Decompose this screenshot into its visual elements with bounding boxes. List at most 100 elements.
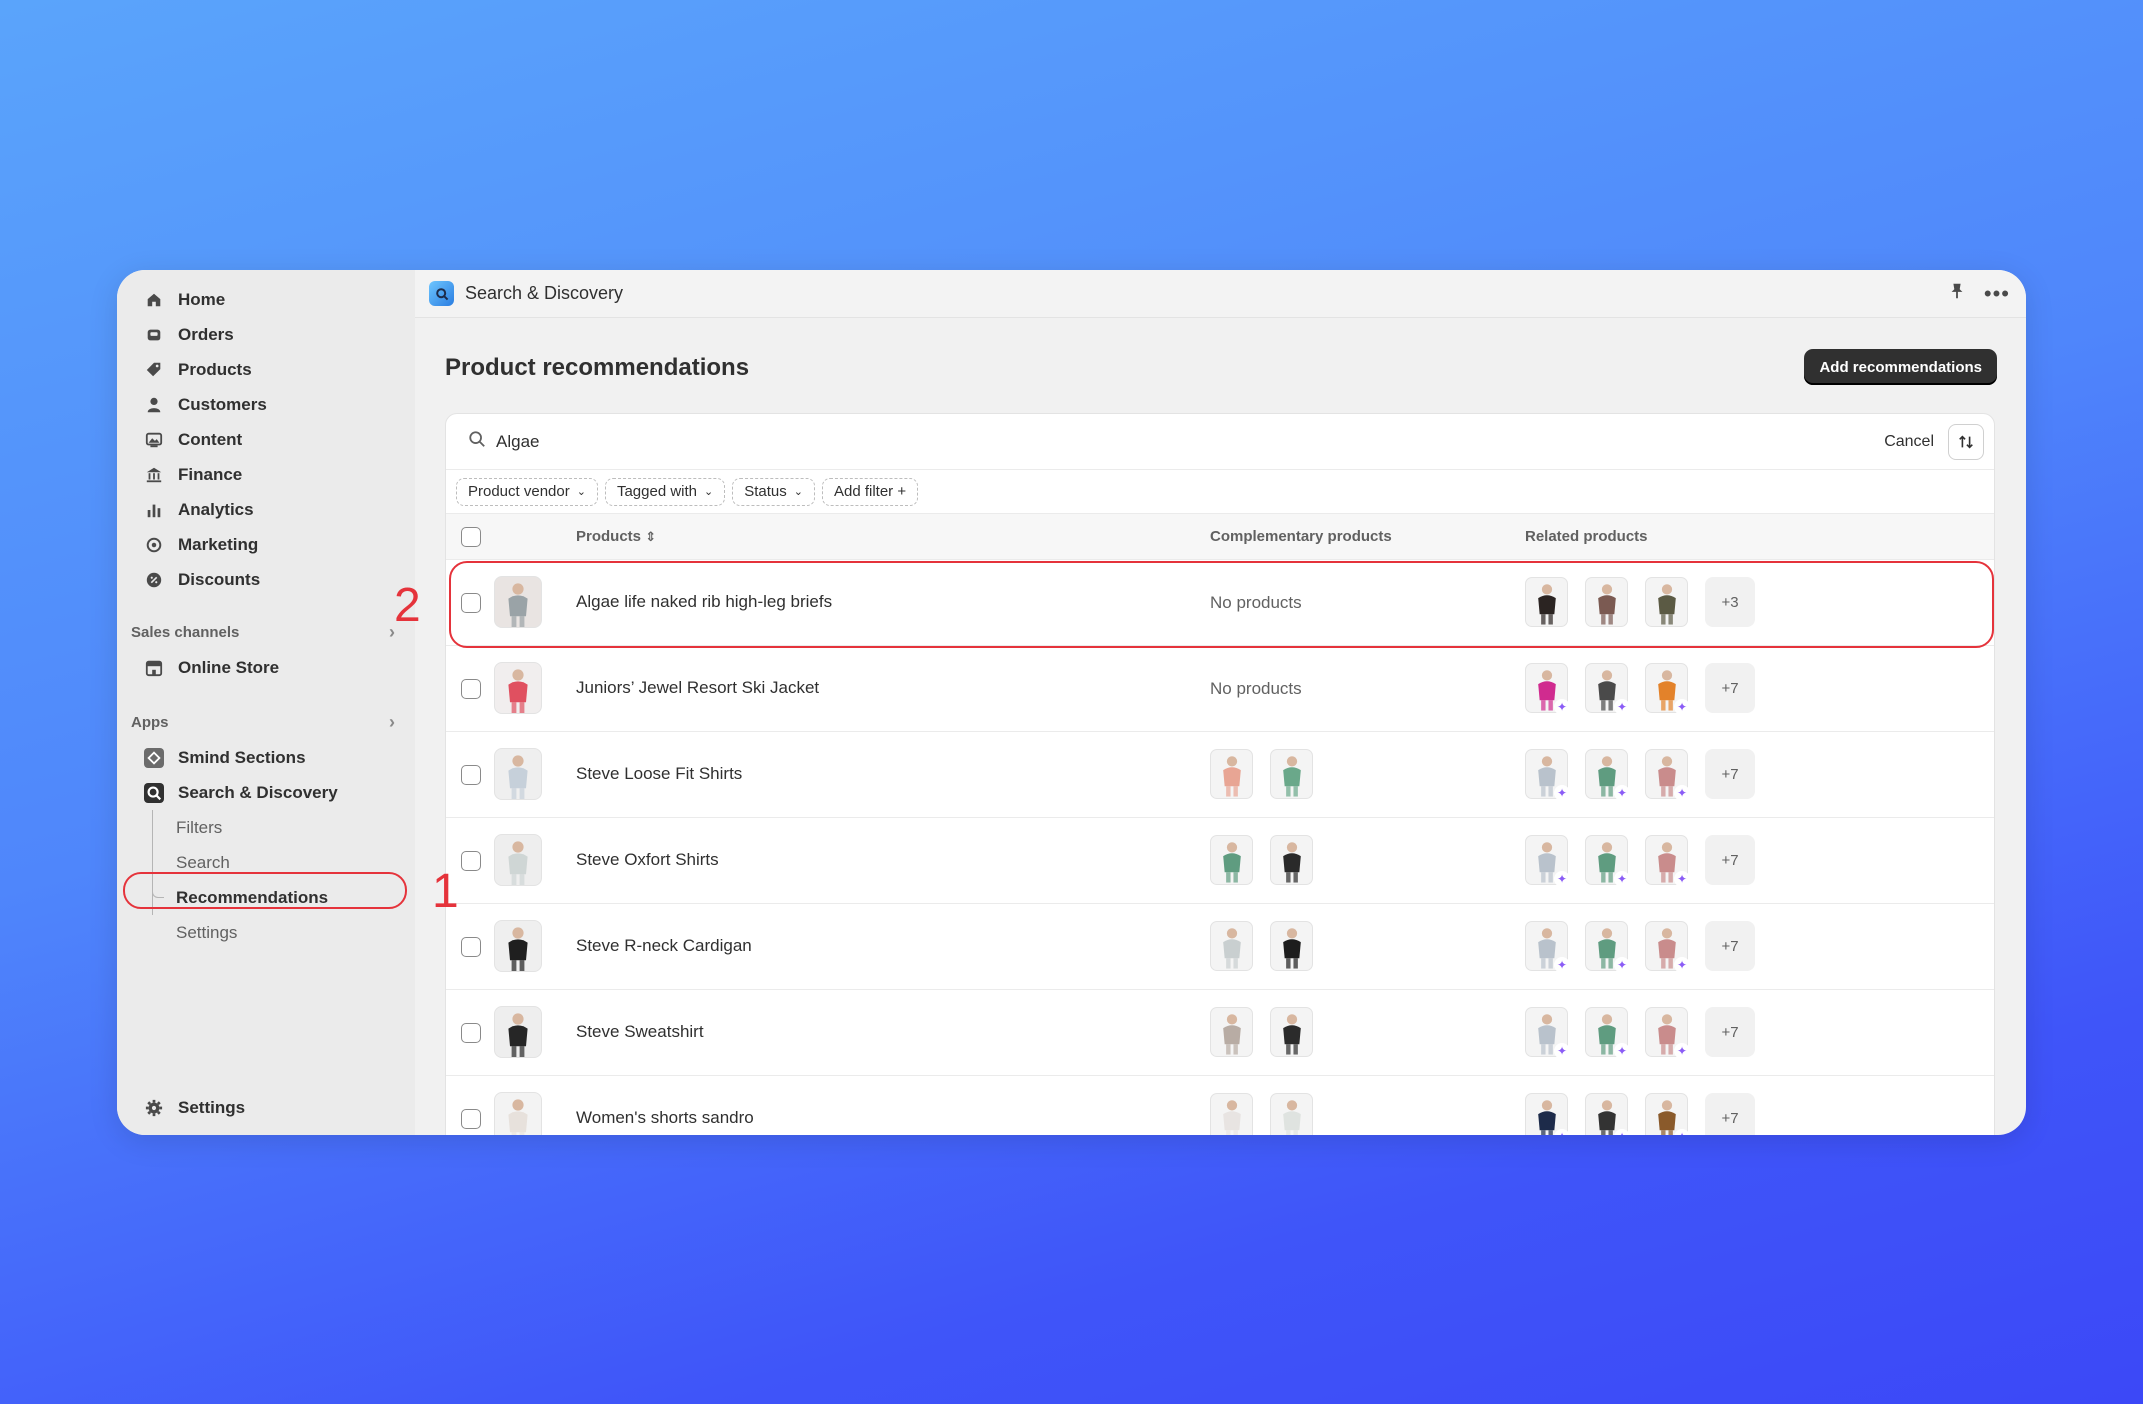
column-products[interactable]: Products ⇕	[576, 528, 656, 545]
ai-sparkle-icon: ✦	[1614, 785, 1630, 801]
sidebar-item-orders[interactable]: Orders	[117, 317, 415, 352]
related-product-thumb[interactable]: ✦	[1525, 835, 1570, 887]
select-all-checkbox[interactable]	[461, 526, 481, 547]
sidebar-item-analytics[interactable]: Analytics	[117, 492, 415, 527]
related-product-thumb[interactable]: ✦	[1585, 663, 1630, 715]
related-product-thumb[interactable]: ✦	[1525, 1093, 1570, 1135]
search-bar[interactable]: Algae Cancel	[446, 414, 1994, 470]
ai-sparkle-icon: ✦	[1674, 785, 1690, 801]
table-row[interactable]: Juniors’ Jewel Resort Ski Jacket No produ…	[446, 646, 1994, 732]
related-product-thumb[interactable]: ✦	[1525, 663, 1570, 715]
product-name[interactable]: Steve Sweatshirt	[576, 1022, 704, 1042]
table-row[interactable]: Women's shorts sandro ✦ ✦ ✦ +7	[446, 1076, 1994, 1135]
complementary-product-thumb[interactable]	[1270, 749, 1313, 799]
related-product-thumb[interactable]: ✦	[1585, 835, 1630, 887]
row-checkbox[interactable]	[461, 1109, 481, 1129]
home-icon	[144, 290, 164, 310]
product-name[interactable]: Steve R-neck Cardigan	[576, 936, 752, 956]
related-product-thumb[interactable]: ✦	[1585, 1007, 1630, 1059]
add-filter-button[interactable]: Add filter +	[821, 477, 919, 506]
filter-status[interactable]: Status ⌄	[732, 477, 815, 506]
row-checkbox[interactable]	[461, 765, 481, 785]
sidebar-item-products[interactable]: Products	[117, 352, 415, 387]
complementary-product-thumb[interactable]	[1270, 835, 1313, 885]
product-name[interactable]: Juniors’ Jewel Resort Ski Jacket	[576, 678, 819, 698]
add-recommendations-button[interactable]: Add recommendations	[1804, 349, 1997, 385]
related-more-count[interactable]: +7	[1705, 663, 1755, 713]
complementary-product-thumb[interactable]	[1210, 921, 1253, 971]
search-input[interactable]: Algae	[496, 432, 539, 452]
product-thumbnail	[494, 920, 542, 972]
ai-sparkle-icon: ✦	[1674, 871, 1690, 887]
sidebar-item-smind-sections[interactable]: Smind Sections	[117, 740, 415, 775]
product-thumbnail	[494, 662, 542, 714]
sidebar-item-home[interactable]: Home	[117, 282, 415, 317]
row-checkbox[interactable]	[461, 1023, 481, 1043]
related-more-count[interactable]: +7	[1705, 921, 1755, 971]
product-name[interactable]: Women's shorts sandro	[576, 1108, 754, 1128]
sidebar-item-label: Analytics	[178, 499, 254, 519]
table-row[interactable]: Steve Sweatshirt ✦ ✦ ✦ +7	[446, 990, 1994, 1076]
table-row[interactable]: Steve R-neck Cardigan ✦ ✦ ✦ +7	[446, 904, 1994, 990]
related-product-thumb[interactable]: ✦	[1585, 921, 1630, 973]
complementary-product-thumb[interactable]	[1270, 1007, 1313, 1057]
row-checkbox[interactable]	[461, 937, 481, 957]
apps-header[interactable]: Apps ›	[117, 705, 415, 740]
sidebar-item-content[interactable]: Content	[117, 422, 415, 457]
complementary-product-thumb[interactable]	[1210, 835, 1253, 885]
related-more-count[interactable]: +7	[1705, 1093, 1755, 1135]
sidebar-subitem-settings[interactable]: Settings	[117, 915, 415, 950]
related-more-count[interactable]: +7	[1705, 749, 1755, 799]
related-product-thumb[interactable]: ✦	[1645, 921, 1690, 973]
sort-button[interactable]	[1948, 424, 1984, 460]
product-name[interactable]: Steve Loose Fit Shirts	[576, 764, 742, 784]
cancel-button[interactable]: Cancel	[1884, 433, 1934, 451]
related-product-thumb[interactable]: ✦	[1525, 921, 1570, 973]
related-product-thumb[interactable]: ✦	[1645, 835, 1690, 887]
related-product-thumb[interactable]: ✦	[1525, 749, 1570, 801]
admin-window: Home Orders Products Customers Content F…	[117, 270, 2026, 1135]
complementary-product-thumb[interactable]	[1270, 921, 1313, 971]
complementary-product-thumb[interactable]	[1210, 1093, 1253, 1135]
sidebar-item-discounts[interactable]: Discounts	[117, 562, 415, 597]
related-product-thumb[interactable]: ✦	[1645, 1093, 1690, 1135]
related-product-thumb[interactable]: ✦	[1585, 1093, 1630, 1135]
related-product-thumb[interactable]: ✦	[1645, 1007, 1690, 1059]
sidebar-item-customers[interactable]: Customers	[117, 387, 415, 422]
related-product-thumb[interactable]: ✦	[1585, 749, 1630, 801]
filter-product-vendor[interactable]: Product vendor ⌄	[456, 477, 598, 506]
complementary-product-thumb[interactable]	[1210, 749, 1253, 799]
filter-tagged-with[interactable]: Tagged with ⌄	[604, 477, 726, 506]
sales-channels-header[interactable]: Sales channels ›	[117, 615, 415, 650]
row-checkbox[interactable]	[461, 679, 481, 699]
sidebar-item-search-discovery[interactable]: Search & Discovery	[117, 775, 415, 810]
related-product-thumb[interactable]: ✦	[1525, 1007, 1570, 1059]
discount-icon	[144, 570, 164, 590]
pin-icon[interactable]	[1948, 282, 1966, 305]
annotation-highlight-nav	[123, 872, 407, 909]
more-options-icon[interactable]: •••	[1984, 282, 2010, 304]
table-row[interactable]: Steve Loose Fit Shirts ✦ ✦ ✦ +7	[446, 732, 1994, 818]
sidebar-item-label: Marketing	[178, 534, 259, 554]
sidebar-item-settings[interactable]: Settings	[117, 1090, 415, 1125]
sidebar-item-online-store[interactable]: Online Store	[117, 650, 415, 685]
related-more-count[interactable]: +7	[1705, 835, 1755, 885]
table-row[interactable]: Steve Oxfort Shirts ✦ ✦ ✦ +7	[446, 818, 1994, 904]
sidebar-item-label: Finance	[178, 464, 243, 484]
sidebar-item-label: Content	[178, 429, 243, 449]
gear-icon	[144, 1098, 164, 1118]
product-name[interactable]: Steve Oxfort Shirts	[576, 850, 719, 870]
product-thumbnail	[494, 1092, 542, 1135]
related-product-thumb[interactable]: ✦	[1645, 749, 1690, 801]
filter-bar: Product vendor ⌄ Tagged with ⌄ Status ⌄ Add…	[446, 470, 1994, 514]
complementary-product-thumb[interactable]	[1270, 1093, 1313, 1135]
sidebar-item-marketing[interactable]: Marketing	[117, 527, 415, 562]
row-checkbox[interactable]	[461, 851, 481, 871]
complementary-product-thumb[interactable]	[1210, 1007, 1253, 1057]
chevron-down-icon: ⌄	[704, 486, 714, 498]
sidebar-subitem-filters[interactable]: Filters	[117, 810, 415, 845]
related-product-thumb[interactable]: ✦	[1645, 663, 1690, 715]
related-more-count[interactable]: +7	[1705, 1007, 1755, 1057]
ai-sparkle-icon: ✦	[1614, 1129, 1630, 1135]
sidebar-item-finance[interactable]: Finance	[117, 457, 415, 492]
